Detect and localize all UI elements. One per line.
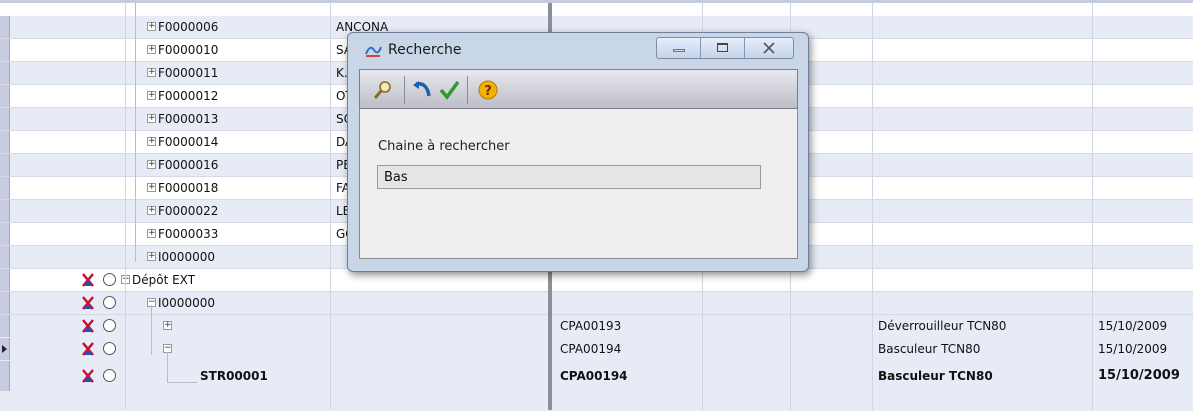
node-id: F0000018 xyxy=(158,181,219,195)
expand-icon[interactable]: + xyxy=(163,321,172,330)
row-indicator[interactable] xyxy=(0,338,10,360)
code-cell: CPA00194 xyxy=(560,369,628,383)
dialog-content: Chaine à rechercher xyxy=(359,109,798,259)
undo-icon[interactable] xyxy=(412,79,434,101)
delete-icon[interactable] xyxy=(82,342,94,356)
clock-icon[interactable] xyxy=(103,319,116,332)
expand-icon[interactable]: + xyxy=(147,22,156,31)
toolbar-separator xyxy=(467,76,468,104)
search-label: Chaine à rechercher xyxy=(378,139,510,154)
minimize-icon[interactable] xyxy=(657,38,701,58)
clock-icon[interactable] xyxy=(103,273,116,286)
delete-icon[interactable] xyxy=(82,273,94,287)
expand-icon[interactable]: + xyxy=(147,91,156,100)
node-id: I0000000 xyxy=(158,296,215,310)
date-cell: 15/10/2009 xyxy=(1098,319,1168,333)
column-divider[interactable] xyxy=(1092,0,1093,410)
column-divider[interactable] xyxy=(872,0,873,410)
clock-icon[interactable] xyxy=(103,369,116,382)
node-id: F0000022 xyxy=(158,204,219,218)
row-indicator[interactable] xyxy=(0,223,10,245)
dialog-title: Recherche xyxy=(388,42,462,58)
node-id: F0000012 xyxy=(158,89,219,103)
svg-text:?: ? xyxy=(484,84,492,99)
window-controls xyxy=(656,37,794,59)
node-id: F0000010 xyxy=(158,43,219,57)
expand-icon[interactable]: + xyxy=(147,114,156,123)
help-icon[interactable]: ? xyxy=(477,79,499,101)
delete-icon[interactable] xyxy=(82,369,94,383)
code-cell: CPA00193 xyxy=(560,319,622,333)
table-row[interactable]: − Dépôt EXT xyxy=(0,269,1193,292)
search-input[interactable] xyxy=(377,165,761,189)
row-indicator[interactable] xyxy=(0,39,10,61)
date-cell: 15/10/2009 xyxy=(1098,368,1180,383)
tree-guide xyxy=(167,382,197,383)
table-row[interactable]: + CPA00193 Déverrouilleur TCN80 15/10/20… xyxy=(0,315,1193,338)
row-indicator[interactable] xyxy=(0,62,10,84)
tree-guide xyxy=(135,0,136,262)
row-indicator[interactable] xyxy=(0,315,10,337)
expand-icon[interactable]: + xyxy=(147,137,156,146)
row-indicator[interactable] xyxy=(0,292,10,314)
tree-guide xyxy=(151,305,152,355)
node-id: I0000000 xyxy=(158,250,215,264)
toolbar-separator xyxy=(404,76,405,104)
str-cell: STR00001 xyxy=(200,369,268,383)
app-icon xyxy=(365,46,382,57)
delete-icon[interactable] xyxy=(82,296,94,310)
desc-cell: Basculeur TCN80 xyxy=(878,369,993,383)
code-cell: CPA00194 xyxy=(560,342,622,356)
check-icon[interactable] xyxy=(438,79,460,101)
row-indicator[interactable] xyxy=(0,177,10,199)
expand-icon[interactable]: + xyxy=(147,206,156,215)
node-id: F0000016 xyxy=(158,158,219,172)
column-divider xyxy=(125,0,126,410)
row-indicator[interactable] xyxy=(0,361,10,391)
maximize-icon[interactable] xyxy=(701,38,745,58)
row-indicator[interactable] xyxy=(0,246,10,268)
column-divider[interactable] xyxy=(330,0,331,410)
expand-icon[interactable]: + xyxy=(147,68,156,77)
row-indicator[interactable] xyxy=(0,85,10,107)
top-border xyxy=(0,0,1193,3)
expand-icon[interactable]: + xyxy=(147,160,156,169)
desc-cell: Basculeur TCN80 xyxy=(878,342,981,356)
row-indicator[interactable] xyxy=(0,269,10,291)
clock-icon[interactable] xyxy=(103,296,116,309)
clock-icon[interactable] xyxy=(103,342,116,355)
row-indicator[interactable] xyxy=(0,108,10,130)
expand-icon[interactable]: + xyxy=(147,183,156,192)
delete-icon[interactable] xyxy=(82,319,94,333)
node-id: F0000014 xyxy=(158,135,219,149)
node-id: F0000013 xyxy=(158,112,219,126)
date-cell: 15/10/2009 xyxy=(1098,342,1168,356)
row-indicator[interactable] xyxy=(0,16,10,38)
search-dialog[interactable]: Recherche ? Chaine à rechercher xyxy=(347,32,809,272)
table-row[interactable]: − CPA00194 Basculeur TCN80 15/10/2009 xyxy=(0,338,1193,361)
expand-icon[interactable]: + xyxy=(147,45,156,54)
table-row[interactable]: STR00001 CPA00194 Basculeur TCN80 15/10/… xyxy=(0,361,1193,391)
expand-icon[interactable]: + xyxy=(147,229,156,238)
search-icon[interactable] xyxy=(372,79,394,101)
expand-icon[interactable]: + xyxy=(147,252,156,261)
node-id: F0000011 xyxy=(158,66,219,80)
node-label: Dépôt EXT xyxy=(132,273,196,287)
tree-guide xyxy=(167,352,168,382)
row-indicator[interactable] xyxy=(0,154,10,176)
current-row-arrow-icon xyxy=(2,345,7,353)
desc-cell: Déverrouilleur TCN80 xyxy=(878,319,1007,333)
row-indicator[interactable] xyxy=(0,131,10,153)
node-id: F0000033 xyxy=(158,227,219,241)
row-indicator[interactable] xyxy=(0,200,10,222)
table-row[interactable]: − I0000000 xyxy=(0,292,1193,315)
node-id: F0000006 xyxy=(158,20,219,34)
close-icon[interactable] xyxy=(745,38,793,58)
dialog-toolbar: ? xyxy=(359,69,798,109)
